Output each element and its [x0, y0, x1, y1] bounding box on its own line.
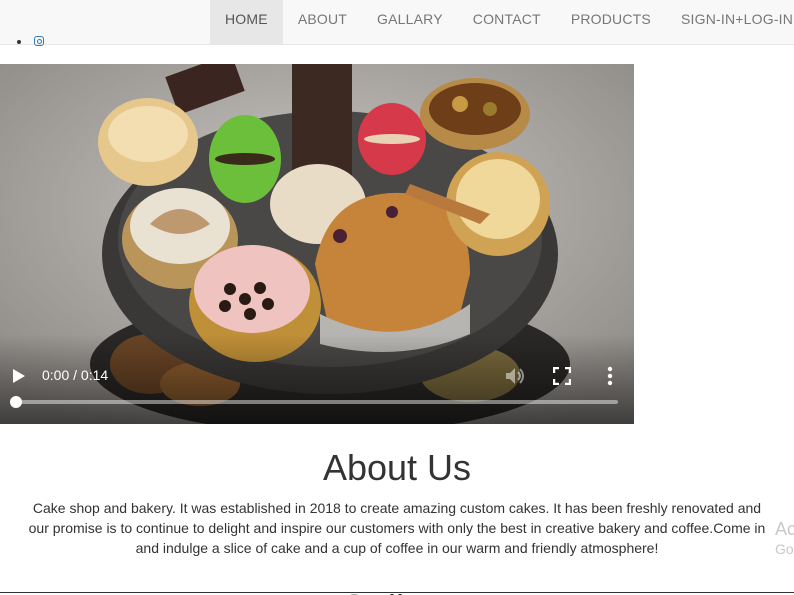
play-icon[interactable]: [12, 368, 26, 384]
nav-menu: HOME ABOUT GALLARY CONTACT PRODUCTS SIGN…: [210, 0, 794, 44]
volume-icon[interactable]: [504, 366, 526, 386]
nav-home[interactable]: HOME: [210, 0, 283, 44]
video-player[interactable]: 0:00 / 0:14: [0, 64, 634, 424]
nav-about[interactable]: ABOUT: [283, 0, 362, 44]
gallery-heading: Gallery: [0, 586, 794, 595]
time-display: 0:00 / 0:14: [42, 367, 109, 383]
seek-thumb[interactable]: [10, 396, 22, 408]
more-options-icon[interactable]: [605, 366, 615, 386]
section-divider: [0, 592, 794, 593]
watermark-line2: Go: [775, 541, 794, 557]
activate-windows-watermark: Ac Go: [775, 518, 794, 558]
top-navbar: HOME ABOUT GALLARY CONTACT PRODUCTS SIGN…: [0, 0, 794, 45]
nav-contact[interactable]: CONTACT: [458, 0, 556, 44]
nav-products[interactable]: PRODUCTS: [556, 0, 666, 44]
bullet-icon: [17, 40, 21, 44]
nav-sign-in-log-in[interactable]: SIGN-IN+LOG-IN: [666, 0, 794, 44]
about-body: Cake shop and bakery. It was established…: [28, 500, 766, 556]
about-heading: About Us: [322, 447, 472, 488]
nav-gallary[interactable]: GALLARY: [362, 0, 458, 44]
fullscreen-icon[interactable]: [553, 367, 571, 385]
seek-bar[interactable]: [16, 400, 618, 404]
watermark-line1: Ac: [775, 519, 794, 539]
instagram-icon[interactable]: [34, 36, 44, 46]
